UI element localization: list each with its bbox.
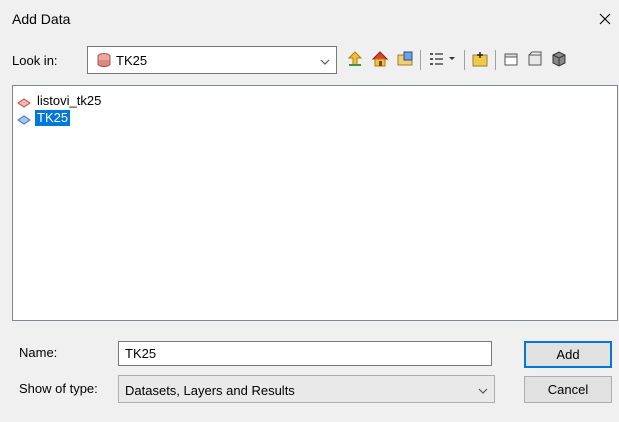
- toolbar-separator: [495, 50, 496, 70]
- add-data-dialog: Add Data Look in: TK25 listovi_tk25 TK25…: [0, 0, 619, 422]
- type-dropdown[interactable]: Datasets, Layers and Results: [118, 375, 495, 403]
- view-menu-button[interactable]: [426, 48, 460, 72]
- new-folder-button[interactable]: [469, 48, 491, 72]
- database-icon: [550, 50, 568, 71]
- toolbar-separator: [464, 50, 465, 70]
- raster-dataset-icon: [96, 52, 112, 68]
- catalog-icon: [502, 50, 520, 71]
- database-button[interactable]: [548, 48, 570, 72]
- lookin-label: Look in:: [12, 53, 58, 68]
- toolbar: [344, 48, 619, 74]
- chevron-down-icon: [320, 55, 330, 65]
- toolbar-separator: [420, 50, 421, 70]
- up-one-level-button[interactable]: [344, 48, 366, 72]
- file-list[interactable]: listovi_tk25 TK25: [12, 85, 618, 321]
- catalog-button[interactable]: [500, 48, 522, 72]
- chevron-down-icon: [478, 384, 488, 394]
- view-menu-icon: [428, 50, 458, 71]
- add-button[interactable]: Add: [524, 341, 612, 368]
- file-item-label: TK25: [35, 110, 71, 126]
- cancel-button[interactable]: Cancel: [524, 376, 612, 403]
- toolbox-button[interactable]: [524, 48, 546, 72]
- close-button[interactable]: [591, 6, 619, 34]
- lookin-dropdown[interactable]: TK25: [87, 46, 337, 74]
- home-button[interactable]: [369, 48, 391, 72]
- name-label: Name:: [19, 345, 58, 360]
- list-item[interactable]: TK25: [17, 110, 71, 126]
- lookin-value: TK25: [116, 53, 148, 68]
- new-folder-icon: [471, 50, 489, 71]
- file-item-label: listovi_tk25: [37, 93, 102, 108]
- name-field[interactable]: [118, 341, 492, 366]
- connect-folder-icon: [396, 50, 414, 71]
- toolbox-icon: [526, 50, 544, 71]
- type-label: Show of type:: [19, 381, 98, 396]
- up-one-level-icon: [346, 50, 364, 71]
- type-value: Datasets, Layers and Results: [125, 383, 295, 398]
- connect-folder-button[interactable]: [394, 48, 416, 72]
- close-icon: [598, 12, 612, 29]
- polygon-featureclass-icon: [17, 96, 31, 108]
- raster-icon: [17, 113, 31, 125]
- dialog-title: Add Data: [12, 11, 71, 27]
- titlebar: Add Data: [0, 0, 619, 40]
- list-item[interactable]: listovi_tk25: [17, 93, 103, 109]
- home-icon: [371, 50, 389, 71]
